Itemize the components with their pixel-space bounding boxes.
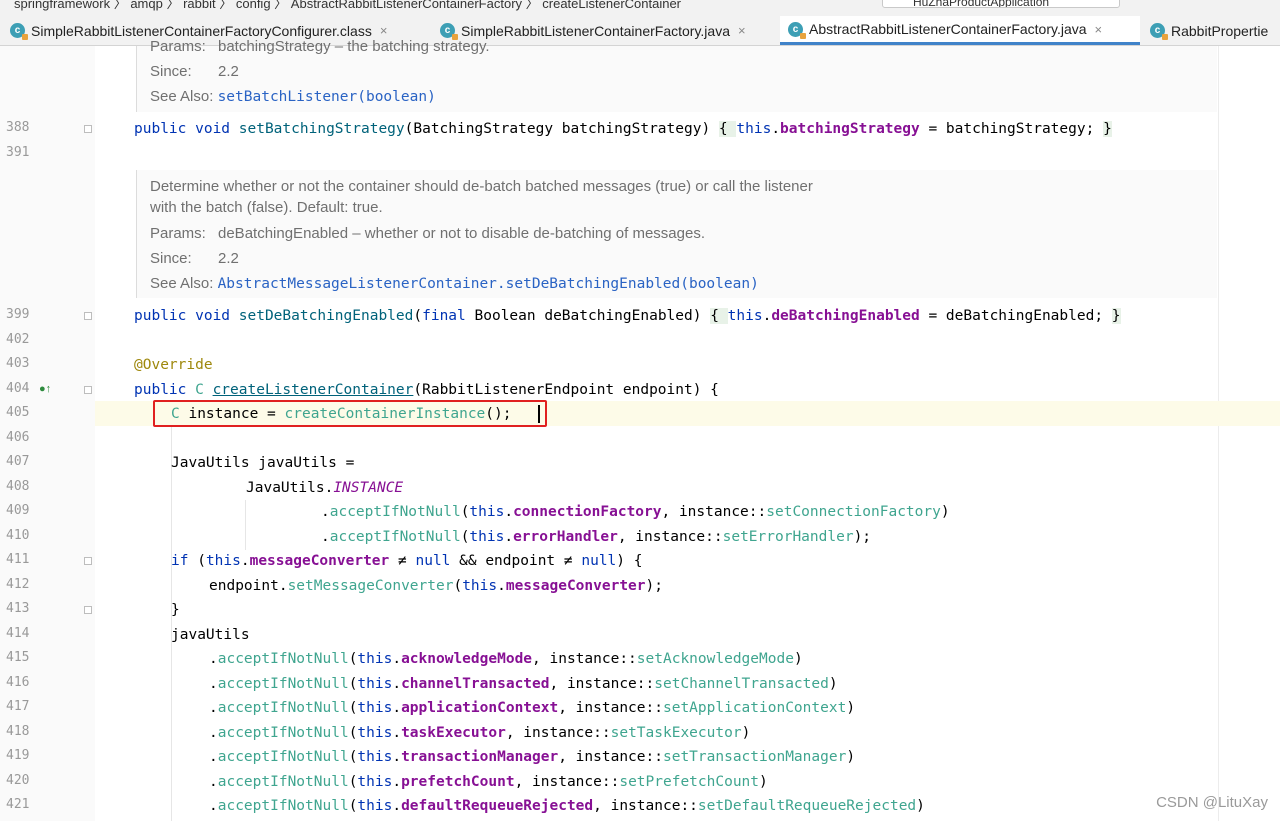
line-number: 388 [6, 120, 30, 135]
code-line: .acceptIfNotNull(this.connectionFactory,… [321, 504, 950, 520]
line-number: 417 [6, 699, 30, 714]
close-icon[interactable]: × [1095, 22, 1103, 37]
indent-guide [171, 426, 172, 821]
line-number: 413 [6, 601, 30, 616]
code-line: .acceptIfNotNull(this.transactionManager… [209, 749, 856, 765]
doc-params: Params: batchingStrategy – the batching s… [150, 38, 490, 55]
line-number: 416 [6, 675, 30, 690]
doc-description: with the batch (false). Default: true. [150, 199, 383, 216]
doc-since: Since: 2.2 [150, 63, 239, 80]
code-line: } [171, 602, 180, 618]
line-number: 411 [6, 552, 30, 567]
line-number: 420 [6, 773, 30, 788]
line-number: 391 [6, 145, 30, 160]
line-number: 406 [6, 430, 30, 445]
text-caret [538, 405, 540, 423]
code-line: .acceptIfNotNull(this.channelTransacted,… [209, 676, 838, 692]
doc-see-also: See Also: AbstractMessageListenerContain… [150, 275, 759, 292]
line-number: 403 [6, 356, 30, 371]
class-icon: c [440, 23, 458, 40]
code-line: .acceptIfNotNull(this.defaultRequeueReje… [209, 798, 925, 814]
code-line: @Override [134, 357, 213, 373]
class-icon: c [10, 23, 28, 40]
tab-abstract-factory[interactable]: c AbstractRabbitListenerContainerFactory… [780, 16, 1140, 45]
code-line: .acceptIfNotNull(this.taskExecutor, inst… [209, 725, 751, 741]
line-number: 412 [6, 577, 30, 592]
code-line: public void setBatchingStrategy(Batching… [134, 121, 1112, 137]
line-number: 414 [6, 626, 30, 641]
code-line: endpoint.setMessageConverter(this.messag… [209, 578, 663, 594]
class-icon: c [1150, 23, 1168, 40]
line-number: 418 [6, 724, 30, 739]
fold-icon[interactable] [84, 312, 92, 320]
code-line: JavaUtils.INSTANCE [246, 480, 404, 496]
fold-icon[interactable] [84, 606, 92, 614]
right-margin [1218, 46, 1219, 821]
line-number: 407 [6, 454, 30, 469]
line-number: 409 [6, 503, 30, 518]
run-config-select[interactable]: HuZhaProductApplication [882, 0, 1120, 8]
code-line: public C createListenerContainer(RabbitL… [134, 382, 719, 398]
doc-see-also: See Also: setBatchListener(boolean) [150, 88, 436, 105]
watermark: CSDN @LituXay [1156, 794, 1268, 811]
doc-link[interactable]: setBatchListener(boolean) [218, 89, 436, 105]
code-line: if (this.messageConverter ≠ null && endp… [171, 553, 643, 569]
line-number: 415 [6, 650, 30, 665]
code-line: javaUtils [171, 627, 250, 643]
breadcrumb[interactable]: springframework 〉 amqp 〉 rabbit 〉 config… [14, 0, 681, 12]
code-line: .acceptIfNotNull(this.acknowledgeMode, i… [209, 651, 803, 667]
doc-link[interactable]: AbstractMessageListenerContainer.setDeBa… [218, 276, 759, 292]
close-icon[interactable]: × [738, 23, 746, 38]
tab-rabbit-properties[interactable]: c RabbitPropertie [1150, 16, 1268, 45]
code-line: .acceptIfNotNull(this.applicationContext… [209, 700, 856, 716]
code-line: public void setDeBatchingEnabled(final B… [134, 308, 1121, 324]
override-icon[interactable]: ●↑ [39, 383, 51, 395]
doc-params: Params: deBatchingEnabled – whether or no… [150, 225, 705, 242]
fold-icon[interactable] [84, 386, 92, 394]
line-number: 399 [6, 307, 30, 322]
code-line: .acceptIfNotNull(this.errorHandler, inst… [321, 529, 872, 545]
line-number: 408 [6, 479, 30, 494]
line-number: 410 [6, 528, 30, 543]
line-number: 405 [6, 405, 30, 420]
line-number: 421 [6, 797, 30, 812]
fold-icon[interactable] [84, 557, 92, 565]
fold-icon[interactable] [84, 125, 92, 133]
close-icon[interactable]: × [380, 23, 388, 38]
class-icon: c [788, 21, 806, 39]
code-line: JavaUtils javaUtils = [171, 455, 355, 471]
line-number: 419 [6, 748, 30, 763]
highlight-box [153, 400, 547, 427]
line-number: 402 [6, 332, 30, 347]
indent-guide [245, 500, 246, 550]
navigation-bar: springframework 〉 amqp 〉 rabbit 〉 config… [0, 0, 1280, 16]
doc-description: Determine whether or not the container s… [150, 178, 813, 195]
line-number: 404 [6, 381, 30, 396]
code-line: .acceptIfNotNull(this.prefetchCount, ins… [209, 774, 768, 790]
doc-since: Since: 2.2 [150, 250, 239, 267]
